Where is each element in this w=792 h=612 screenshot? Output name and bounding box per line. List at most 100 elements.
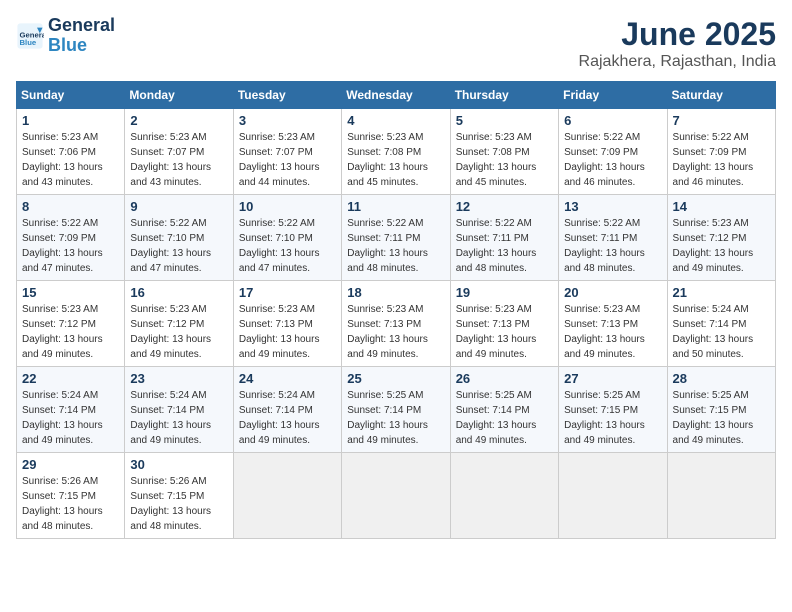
table-row: 20 Sunrise: 5:23 AMSunset: 7:13 PMDaylig… [559, 281, 667, 367]
table-row [233, 453, 341, 539]
table-row: 30 Sunrise: 5:26 AMSunset: 7:15 PMDaylig… [125, 453, 233, 539]
table-row: 1 Sunrise: 5:23 AMSunset: 7:06 PMDayligh… [17, 109, 125, 195]
logo-text: General Blue [48, 16, 115, 56]
col-thursday: Thursday [450, 82, 558, 109]
calendar-week-row: 29 Sunrise: 5:26 AMSunset: 7:15 PMDaylig… [17, 453, 776, 539]
day-number: 13 [564, 199, 661, 214]
day-info: Sunrise: 5:23 AMSunset: 7:12 PMDaylight:… [130, 302, 227, 362]
day-info: Sunrise: 5:22 AMSunset: 7:11 PMDaylight:… [456, 216, 553, 276]
calendar-table: Sunday Monday Tuesday Wednesday Thursday… [16, 81, 776, 539]
day-info: Sunrise: 5:24 AMSunset: 7:14 PMDaylight:… [673, 302, 770, 362]
table-row: 27 Sunrise: 5:25 AMSunset: 7:15 PMDaylig… [559, 367, 667, 453]
day-info: Sunrise: 5:23 AMSunset: 7:07 PMDaylight:… [130, 130, 227, 190]
table-row: 21 Sunrise: 5:24 AMSunset: 7:14 PMDaylig… [667, 281, 775, 367]
day-number: 26 [456, 371, 553, 386]
day-info: Sunrise: 5:22 AMSunset: 7:10 PMDaylight:… [130, 216, 227, 276]
table-row: 10 Sunrise: 5:22 AMSunset: 7:10 PMDaylig… [233, 195, 341, 281]
calendar-week-row: 15 Sunrise: 5:23 AMSunset: 7:12 PMDaylig… [17, 281, 776, 367]
table-row: 25 Sunrise: 5:25 AMSunset: 7:14 PMDaylig… [342, 367, 450, 453]
day-number: 27 [564, 371, 661, 386]
table-row: 6 Sunrise: 5:22 AMSunset: 7:09 PMDayligh… [559, 109, 667, 195]
day-number: 25 [347, 371, 444, 386]
col-saturday: Saturday [667, 82, 775, 109]
table-row: 14 Sunrise: 5:23 AMSunset: 7:12 PMDaylig… [667, 195, 775, 281]
day-info: Sunrise: 5:22 AMSunset: 7:09 PMDaylight:… [22, 216, 119, 276]
day-info: Sunrise: 5:24 AMSunset: 7:14 PMDaylight:… [22, 388, 119, 448]
day-number: 10 [239, 199, 336, 214]
table-row: 15 Sunrise: 5:23 AMSunset: 7:12 PMDaylig… [17, 281, 125, 367]
table-row [450, 453, 558, 539]
title-area: June 2025 Rajakhera, Rajasthan, India [579, 16, 776, 71]
calendar-week-row: 1 Sunrise: 5:23 AMSunset: 7:06 PMDayligh… [17, 109, 776, 195]
table-row: 5 Sunrise: 5:23 AMSunset: 7:08 PMDayligh… [450, 109, 558, 195]
calendar-header-row: Sunday Monday Tuesday Wednesday Thursday… [17, 82, 776, 109]
day-number: 21 [673, 285, 770, 300]
day-number: 5 [456, 113, 553, 128]
table-row [342, 453, 450, 539]
table-row: 13 Sunrise: 5:22 AMSunset: 7:11 PMDaylig… [559, 195, 667, 281]
table-row: 19 Sunrise: 5:23 AMSunset: 7:13 PMDaylig… [450, 281, 558, 367]
table-row: 8 Sunrise: 5:22 AMSunset: 7:09 PMDayligh… [17, 195, 125, 281]
day-info: Sunrise: 5:22 AMSunset: 7:10 PMDaylight:… [239, 216, 336, 276]
col-sunday: Sunday [17, 82, 125, 109]
day-info: Sunrise: 5:22 AMSunset: 7:09 PMDaylight:… [673, 130, 770, 190]
table-row: 9 Sunrise: 5:22 AMSunset: 7:10 PMDayligh… [125, 195, 233, 281]
table-row: 4 Sunrise: 5:23 AMSunset: 7:08 PMDayligh… [342, 109, 450, 195]
day-number: 14 [673, 199, 770, 214]
calendar-week-row: 22 Sunrise: 5:24 AMSunset: 7:14 PMDaylig… [17, 367, 776, 453]
day-number: 17 [239, 285, 336, 300]
logo-icon: General Blue [16, 22, 44, 50]
table-row: 26 Sunrise: 5:25 AMSunset: 7:14 PMDaylig… [450, 367, 558, 453]
day-number: 11 [347, 199, 444, 214]
day-number: 15 [22, 285, 119, 300]
day-number: 24 [239, 371, 336, 386]
day-number: 3 [239, 113, 336, 128]
day-info: Sunrise: 5:25 AMSunset: 7:14 PMDaylight:… [347, 388, 444, 448]
day-info: Sunrise: 5:23 AMSunset: 7:08 PMDaylight:… [347, 130, 444, 190]
day-number: 7 [673, 113, 770, 128]
table-row: 24 Sunrise: 5:24 AMSunset: 7:14 PMDaylig… [233, 367, 341, 453]
day-info: Sunrise: 5:24 AMSunset: 7:14 PMDaylight:… [239, 388, 336, 448]
table-row: 7 Sunrise: 5:22 AMSunset: 7:09 PMDayligh… [667, 109, 775, 195]
col-friday: Friday [559, 82, 667, 109]
day-number: 19 [456, 285, 553, 300]
day-number: 9 [130, 199, 227, 214]
location-title: Rajakhera, Rajasthan, India [579, 53, 776, 71]
day-info: Sunrise: 5:23 AMSunset: 7:12 PMDaylight:… [22, 302, 119, 362]
day-number: 4 [347, 113, 444, 128]
day-number: 1 [22, 113, 119, 128]
day-info: Sunrise: 5:23 AMSunset: 7:07 PMDaylight:… [239, 130, 336, 190]
day-number: 23 [130, 371, 227, 386]
day-number: 12 [456, 199, 553, 214]
col-wednesday: Wednesday [342, 82, 450, 109]
table-row: 17 Sunrise: 5:23 AMSunset: 7:13 PMDaylig… [233, 281, 341, 367]
day-info: Sunrise: 5:25 AMSunset: 7:15 PMDaylight:… [673, 388, 770, 448]
table-row: 23 Sunrise: 5:24 AMSunset: 7:14 PMDaylig… [125, 367, 233, 453]
day-info: Sunrise: 5:23 AMSunset: 7:13 PMDaylight:… [564, 302, 661, 362]
day-info: Sunrise: 5:24 AMSunset: 7:14 PMDaylight:… [130, 388, 227, 448]
table-row: 12 Sunrise: 5:22 AMSunset: 7:11 PMDaylig… [450, 195, 558, 281]
table-row: 2 Sunrise: 5:23 AMSunset: 7:07 PMDayligh… [125, 109, 233, 195]
table-row: 29 Sunrise: 5:26 AMSunset: 7:15 PMDaylig… [17, 453, 125, 539]
day-info: Sunrise: 5:23 AMSunset: 7:12 PMDaylight:… [673, 216, 770, 276]
day-info: Sunrise: 5:26 AMSunset: 7:15 PMDaylight:… [130, 474, 227, 534]
day-info: Sunrise: 5:22 AMSunset: 7:11 PMDaylight:… [564, 216, 661, 276]
day-info: Sunrise: 5:23 AMSunset: 7:13 PMDaylight:… [239, 302, 336, 362]
day-info: Sunrise: 5:23 AMSunset: 7:06 PMDaylight:… [22, 130, 119, 190]
calendar-week-row: 8 Sunrise: 5:22 AMSunset: 7:09 PMDayligh… [17, 195, 776, 281]
day-number: 16 [130, 285, 227, 300]
day-number: 8 [22, 199, 119, 214]
day-info: Sunrise: 5:22 AMSunset: 7:09 PMDaylight:… [564, 130, 661, 190]
day-info: Sunrise: 5:23 AMSunset: 7:13 PMDaylight:… [456, 302, 553, 362]
day-number: 30 [130, 457, 227, 472]
table-row: 22 Sunrise: 5:24 AMSunset: 7:14 PMDaylig… [17, 367, 125, 453]
day-number: 18 [347, 285, 444, 300]
day-number: 28 [673, 371, 770, 386]
day-info: Sunrise: 5:25 AMSunset: 7:15 PMDaylight:… [564, 388, 661, 448]
col-monday: Monday [125, 82, 233, 109]
col-tuesday: Tuesday [233, 82, 341, 109]
header: General Blue General Blue June 2025 Raja… [16, 16, 776, 71]
day-number: 20 [564, 285, 661, 300]
table-row: 11 Sunrise: 5:22 AMSunset: 7:11 PMDaylig… [342, 195, 450, 281]
day-info: Sunrise: 5:26 AMSunset: 7:15 PMDaylight:… [22, 474, 119, 534]
